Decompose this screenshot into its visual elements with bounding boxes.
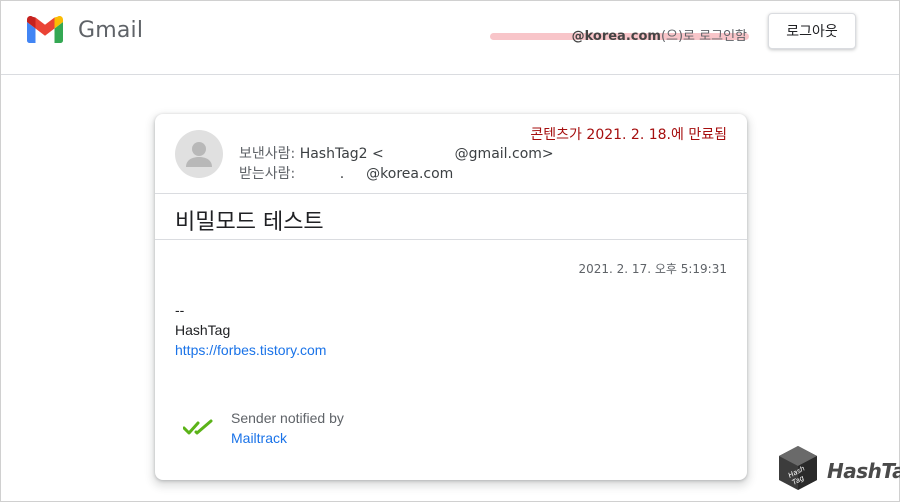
hashtag-watermark: Hash Tag HashTag — [777, 444, 900, 497]
expire-suffix: 에 만료됨 — [671, 127, 727, 143]
signature-name: HashTag — [175, 322, 231, 338]
from-name: HashTag2 < — [299, 146, 384, 162]
double-check-icon — [182, 408, 215, 443]
expire-date: 2021. 2. 18. — [586, 127, 672, 143]
signature-link[interactable]: https://forbes.tistory.com — [175, 342, 326, 358]
message-header: 콘텐츠가 2021. 2. 18.에 만료됨 보낸사람: HashTag2 < … — [155, 114, 747, 194]
from-email: @gmail.com> — [454, 146, 554, 162]
message-body: -- HashTag https://forbes.tistory.com — [175, 300, 326, 360]
to-label: 받는사람: — [239, 166, 296, 182]
from-line: 보낸사람: HashTag2 < @gmail.com> — [239, 144, 554, 164]
to-line: 받는사람: . @korea.com — [239, 164, 554, 184]
expire-prefix: 콘텐츠가 — [530, 127, 587, 143]
from-label: 보낸사람: — [239, 146, 296, 162]
login-suffix: (으)로 로그인함 — [660, 29, 747, 44]
login-domain: @korea.com — [571, 29, 661, 44]
message-card: 콘텐츠가 2021. 2. 18.에 만료됨 보낸사람: HashTag2 < … — [155, 114, 747, 480]
mailtrack-notice: Sender notified by Mailtrack — [182, 408, 344, 448]
watermark-text: HashTag — [827, 458, 900, 483]
message-timestamp: 2021. 2. 17. 오후 5:19:31 — [578, 262, 728, 276]
subject-row: 비밀모드 테스트 — [155, 194, 747, 240]
tracker-text: Sender notified by — [231, 410, 344, 426]
gmail-logo[interactable]: Gmail — [27, 16, 143, 44]
logout-button[interactable]: 로그아웃 — [768, 13, 856, 49]
brand-name: Gmail — [78, 17, 144, 43]
to-email: @korea.com — [366, 166, 454, 182]
signature-dash: -- — [175, 302, 185, 318]
expiration-notice: 콘텐츠가 2021. 2. 18.에 만료됨 — [530, 124, 727, 144]
message-subject: 비밀모드 테스트 — [175, 210, 324, 235]
top-bar: Gmail @korea.com(으)로 로그인함 로그아웃 — [1, 1, 899, 75]
sender-recipient-info: 보낸사람: HashTag2 < @gmail.com> 받는사람: . @kor… — [239, 144, 554, 184]
mailtrack-link[interactable]: Mailtrack — [231, 428, 344, 448]
hashtag-cube-icon: Hash Tag — [777, 444, 819, 497]
gmail-logo-icon — [27, 16, 63, 44]
to-mark: . — [339, 166, 345, 182]
login-status: @korea.com(으)로 로그인함 — [489, 25, 749, 44]
default-avatar-icon — [175, 130, 223, 178]
